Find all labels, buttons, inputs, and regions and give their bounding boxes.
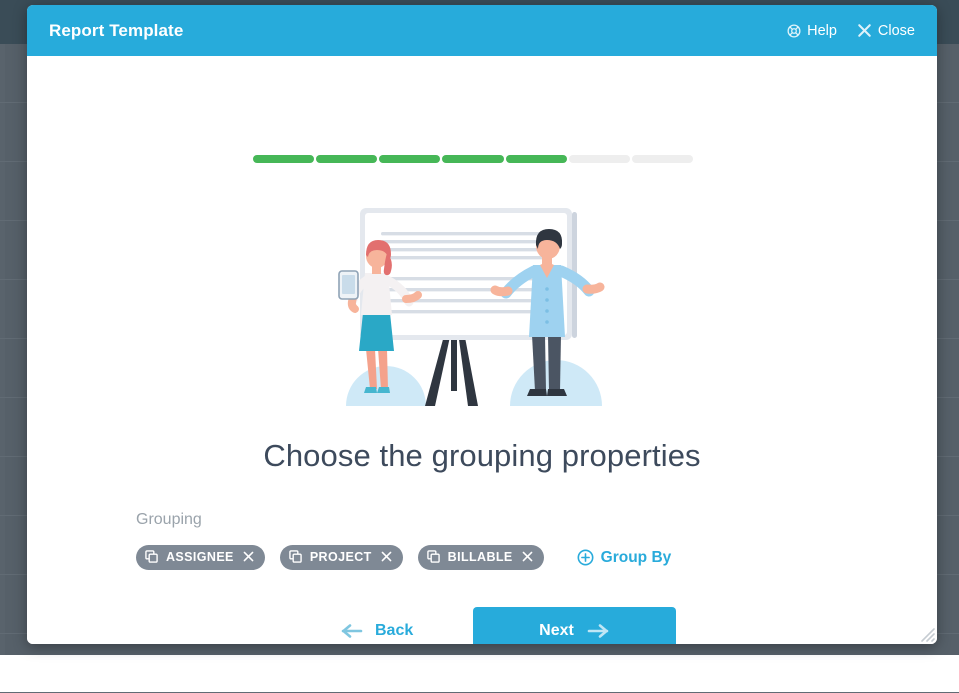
back-button[interactable]: Back <box>340 622 413 640</box>
lifebuoy-icon <box>787 23 801 38</box>
progress-segment <box>379 155 441 163</box>
wizard-progress-bar <box>253 155 693 163</box>
copy-icon <box>289 549 302 566</box>
grouping-chip[interactable]: ASSIGNEE <box>136 545 265 570</box>
next-button[interactable]: Next <box>473 606 676 644</box>
arrow-right-icon <box>586 623 610 639</box>
progress-segment <box>568 155 630 163</box>
modal-footer: Back Next <box>27 601 937 644</box>
close-label: Close <box>877 22 915 39</box>
close-x-icon[interactable] <box>521 550 534 566</box>
progress-segment <box>442 155 504 163</box>
plus-circle-icon <box>577 549 594 566</box>
progress-segment <box>316 155 378 163</box>
grouping-chip-row: ASSIGNEE PROJECT BILLABLE Group By <box>136 545 671 570</box>
progress-segment <box>505 155 567 163</box>
copy-icon <box>426 549 440 566</box>
report-template-modal: Report Template Help Close Choose the gr… <box>27 5 937 644</box>
copy-icon <box>145 549 158 566</box>
presentation-whiteboard-illustration <box>332 201 632 406</box>
close-x-icon[interactable] <box>242 550 255 566</box>
back-label: Back <box>375 622 414 639</box>
modal-header-actions: Help Close <box>787 23 915 39</box>
modal-title: Report Template <box>49 20 184 40</box>
grouping-chip-label: PROJECT <box>309 550 372 565</box>
grouping-chip-label: BILLABLE <box>447 550 513 565</box>
modal-body: Choose the grouping properties Grouping … <box>27 56 937 644</box>
close-button[interactable]: Close <box>857 23 915 39</box>
modal-header: Report Template Help Close <box>27 5 937 56</box>
close-x-icon[interactable] <box>380 550 393 566</box>
grouping-chip-label: ASSIGNEE <box>166 550 234 565</box>
group-by-label: Group By <box>600 548 672 566</box>
close-x-icon <box>857 23 872 38</box>
grouping-field-label: Grouping <box>136 511 202 528</box>
progress-segment <box>631 155 693 163</box>
arrow-left-icon <box>340 623 364 639</box>
group-by-add-button[interactable]: Group By <box>577 548 672 567</box>
page-title: Choose the grouping properties <box>263 438 701 473</box>
next-label: Next <box>539 622 574 639</box>
help-button[interactable]: Help <box>787 23 837 39</box>
grouping-chip[interactable]: BILLABLE <box>417 545 544 570</box>
grouping-chip[interactable]: PROJECT <box>279 545 403 570</box>
progress-segment <box>253 155 315 163</box>
modal-resize-handle[interactable] <box>917 624 935 642</box>
help-label: Help <box>807 22 837 39</box>
